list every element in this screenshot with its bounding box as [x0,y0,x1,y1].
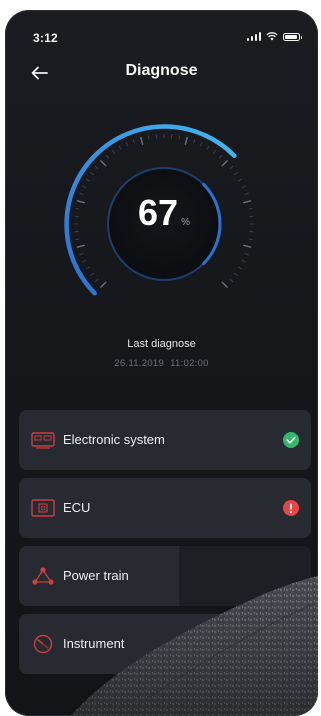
gauge-tick [89,272,94,277]
gauge-tick [192,139,196,144]
gauge-tick [212,149,217,154]
gauge-tick [199,142,203,147]
gauge-tick [238,266,243,270]
gauge-tick [94,278,99,283]
gauge-tick [89,171,94,176]
system-card-power-train[interactable]: Power train [19,546,311,606]
system-card-ecu[interactable]: ECU [19,478,311,538]
gauge-tick [147,135,150,140]
gauge-tick [234,272,239,277]
gauge-tick [178,135,181,140]
gauge-tick [79,252,84,256]
phone-screen: 3:12 Diagnose 67 % Last diagnose 26.11.2… [5,10,318,716]
status-time: 3:12 [33,31,58,45]
last-diagnose-date: 26.11.2019 [114,358,165,369]
gauge-tick [85,266,90,270]
gauge-value: 67% [50,192,278,234]
status-icons [246,32,302,41]
gauge-tick [206,145,210,150]
wifi-icon [266,32,278,41]
gauge-tick [244,252,249,256]
gauge-tick [75,238,80,241]
chip-icon [31,499,55,517]
battery-icon [283,32,302,41]
gauge-tick [99,159,107,167]
gauge-tick [234,171,239,176]
gauge-tick [229,165,234,170]
gauge-tick [229,278,234,283]
gauge-tick [94,165,99,170]
page-title: Diagnose [125,62,198,79]
gauge-tick [221,281,229,289]
gauge-tick [118,145,122,150]
system-card-label: ECU [63,500,91,515]
system-list: Electronic system ECU Power train Instru… [19,410,311,682]
last-diagnose-label: Last diagnose [127,338,196,350]
gauge-tick [132,139,136,144]
gauge-tick [105,154,110,159]
gauge-tick [82,259,87,263]
system-card-electronic[interactable]: Electronic system [19,410,311,470]
gauge-tick [111,149,116,154]
last-diagnose-time: 11:02:00 [170,358,209,369]
gauge-tick [184,136,188,145]
signal-icon [246,32,261,41]
system-card-instrument[interactable]: Instrument [19,614,311,674]
system-card-label: Power train [63,568,129,583]
gauge-tick [248,238,253,241]
status-bar: 3:12 [5,10,318,50]
gauge-percent-value: 67 [138,192,179,233]
error-alert-icon [283,500,299,516]
gauge-tick [238,178,243,182]
dashboard-screen-icon [31,432,55,449]
last-diagnose-datetime: 26.11.2019 11:02:00 [5,358,318,369]
gauge-tick [221,159,229,167]
diagnose-gauge: 67% [50,110,278,310]
gauge-percent-unit: % [181,217,190,228]
gauge-instrument-icon [33,634,53,654]
system-card-label: Instrument [63,636,125,651]
gauge-tick [241,259,246,263]
system-card-label: Electronic system [63,432,165,447]
gauge-tick [241,185,246,189]
gauge-tick [140,136,144,145]
gauge-tick [99,281,107,289]
gauge-tick [218,154,223,159]
gauge-tick [125,142,129,147]
gauge-tick [82,185,87,189]
power-train-icon [32,567,54,585]
check-circle-icon [283,432,299,448]
gauge-tick [76,244,85,248]
gauge-tick [243,244,252,248]
gauge-tick [85,178,90,182]
